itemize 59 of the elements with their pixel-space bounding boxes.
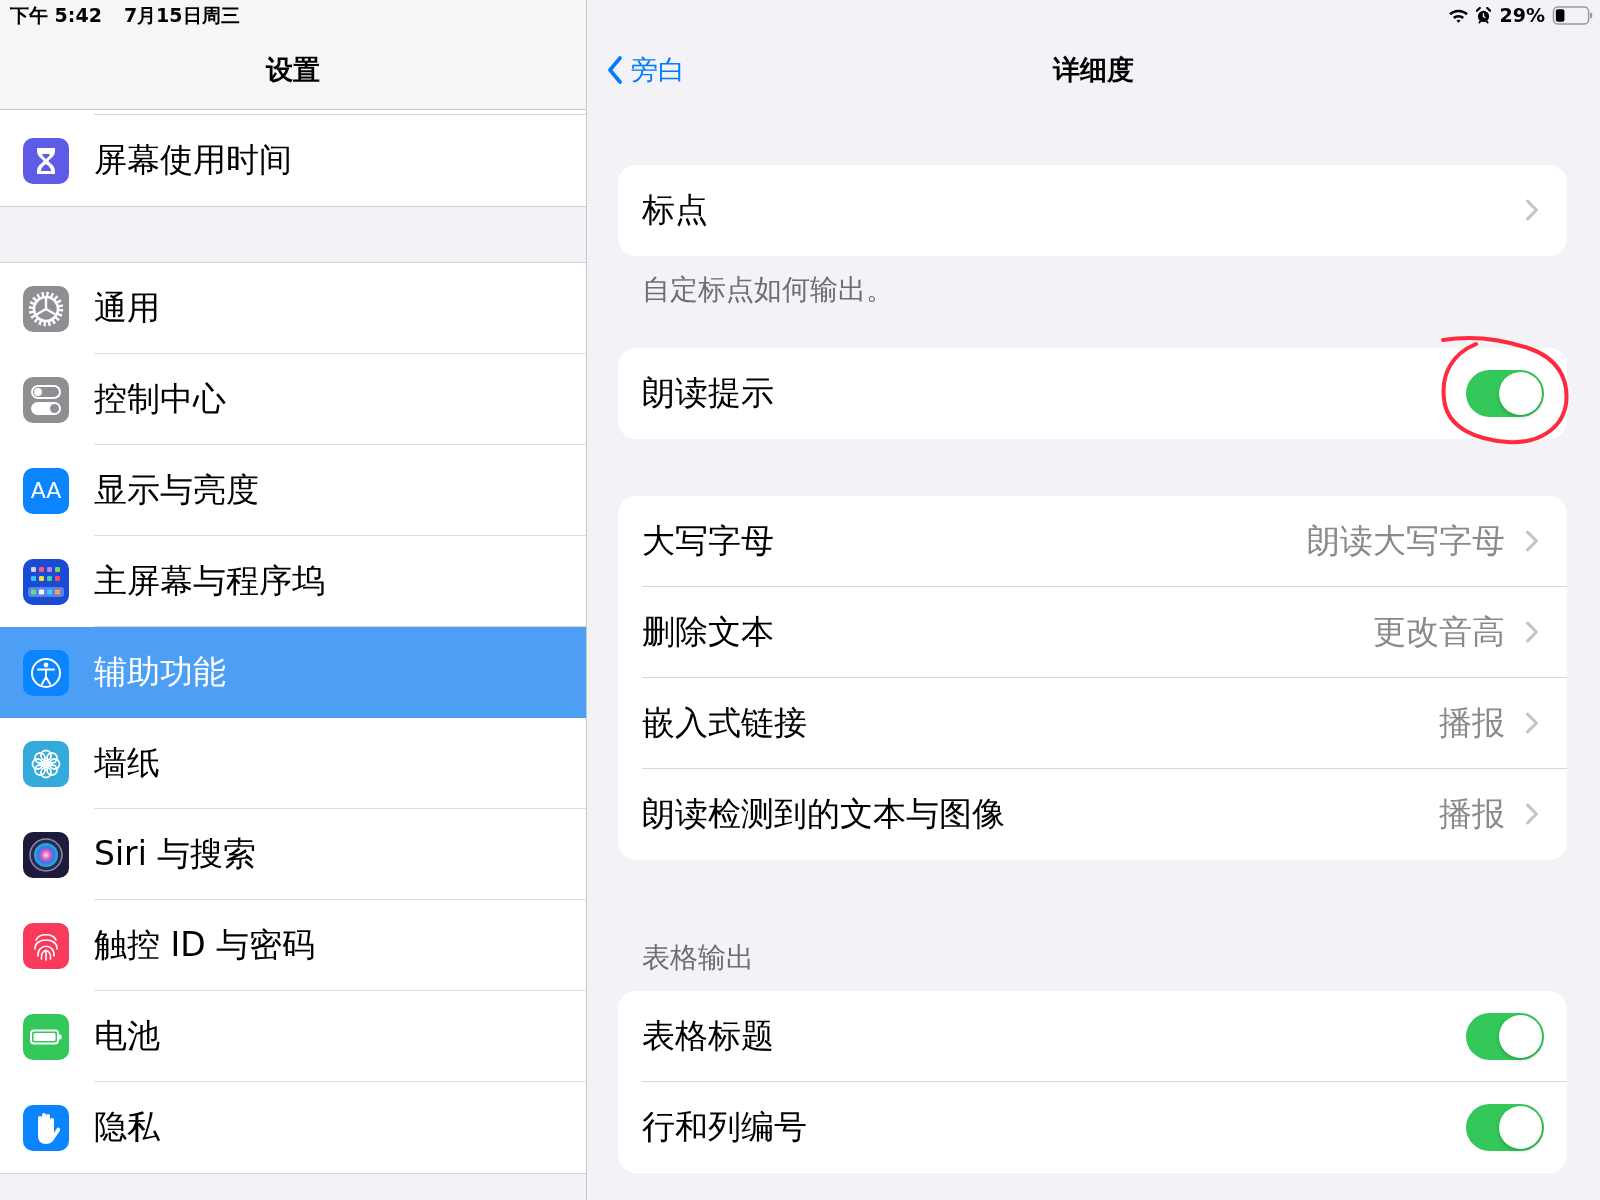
sidebar-item-label: 墙纸	[94, 743, 160, 783]
row-value: 朗读大写字母	[1307, 521, 1505, 561]
settings-row[interactable]: 朗读检测到的文本与图像 播报	[618, 769, 1567, 860]
section-footer: 自定标点如何输出。	[618, 256, 1567, 307]
settings-row[interactable]: 嵌入式链接 播报	[618, 678, 1567, 769]
app-grid-icon	[23, 558, 69, 605]
chevron-right-icon	[1525, 712, 1539, 734]
sidebar-item-label: Siri 与搜索	[94, 834, 257, 874]
sidebar-item-label: 辅助功能	[94, 652, 226, 692]
sidebar-item-label: 通用	[94, 288, 160, 328]
sidebar-item-label: 控制中心	[94, 379, 226, 419]
chevron-right-icon	[1525, 803, 1539, 825]
sidebar-item-label: 主屏幕与程序坞	[94, 561, 325, 601]
section-header: 表格输出	[641, 940, 755, 975]
settings-row[interactable]: 标点	[618, 165, 1567, 256]
sidebar-item-label: 隐私	[94, 1107, 160, 1147]
battery-percent: 29%	[1499, 3, 1545, 27]
settings-row[interactable]: 删除文本 更改音高	[618, 587, 1567, 678]
row-value: 播报	[1439, 794, 1505, 834]
back-button[interactable]: 旁白	[607, 52, 685, 87]
row-label: 删除文本	[642, 612, 775, 652]
row-label: 嵌入式链接	[642, 703, 808, 743]
toggle-switch[interactable]	[1466, 369, 1544, 417]
toggle-switch[interactable]	[1466, 1103, 1544, 1151]
chevron-right-icon	[1525, 530, 1539, 552]
chevron-right-icon	[1525, 621, 1539, 643]
battery-icon	[23, 1013, 69, 1060]
sidebar-item-label: 触控 ID 与密码	[94, 925, 316, 965]
page-title: 详细度	[1053, 53, 1134, 87]
status-time: 下午 5:42	[10, 3, 102, 27]
toggle-switch[interactable]	[1466, 1012, 1544, 1060]
flower-icon	[23, 740, 69, 787]
row-label: 行和列编号	[642, 1107, 808, 1147]
wifi-icon	[1447, 7, 1469, 23]
row-value: 播报	[1439, 703, 1505, 743]
chevron-right-icon	[1525, 199, 1539, 221]
row-label: 标点	[642, 190, 709, 230]
chevron-left-icon	[607, 55, 623, 84]
sidebar-item-label: 电池	[94, 1016, 160, 1056]
fingerprint-icon	[23, 922, 69, 969]
alarm-clock-icon	[1475, 6, 1491, 24]
row-value: 更改音高	[1373, 612, 1505, 652]
hand-icon	[23, 1104, 69, 1151]
switches-icon	[23, 376, 69, 423]
row-label: 表格标题	[642, 1016, 775, 1056]
sidebar-title: 设置	[266, 52, 320, 87]
row-label: 大写字母	[642, 521, 775, 561]
sidebar-item-label: 屏幕使用时间	[94, 140, 292, 180]
text-size-icon: AA	[23, 467, 69, 514]
gear-icon	[23, 285, 69, 332]
status-date: 7月15日周三	[123, 3, 240, 27]
battery-icon	[1552, 5, 1593, 25]
sidebar-item-label: 显示与亮度	[94, 470, 259, 510]
orb-icon	[23, 831, 69, 878]
settings-row[interactable]: 大写字母 朗读大写字母	[618, 496, 1567, 587]
row-label: 朗读检测到的文本与图像	[642, 794, 1006, 834]
hourglass-icon	[23, 137, 69, 184]
row-label: 朗读提示	[642, 373, 775, 413]
accessibility-icon	[23, 649, 69, 696]
